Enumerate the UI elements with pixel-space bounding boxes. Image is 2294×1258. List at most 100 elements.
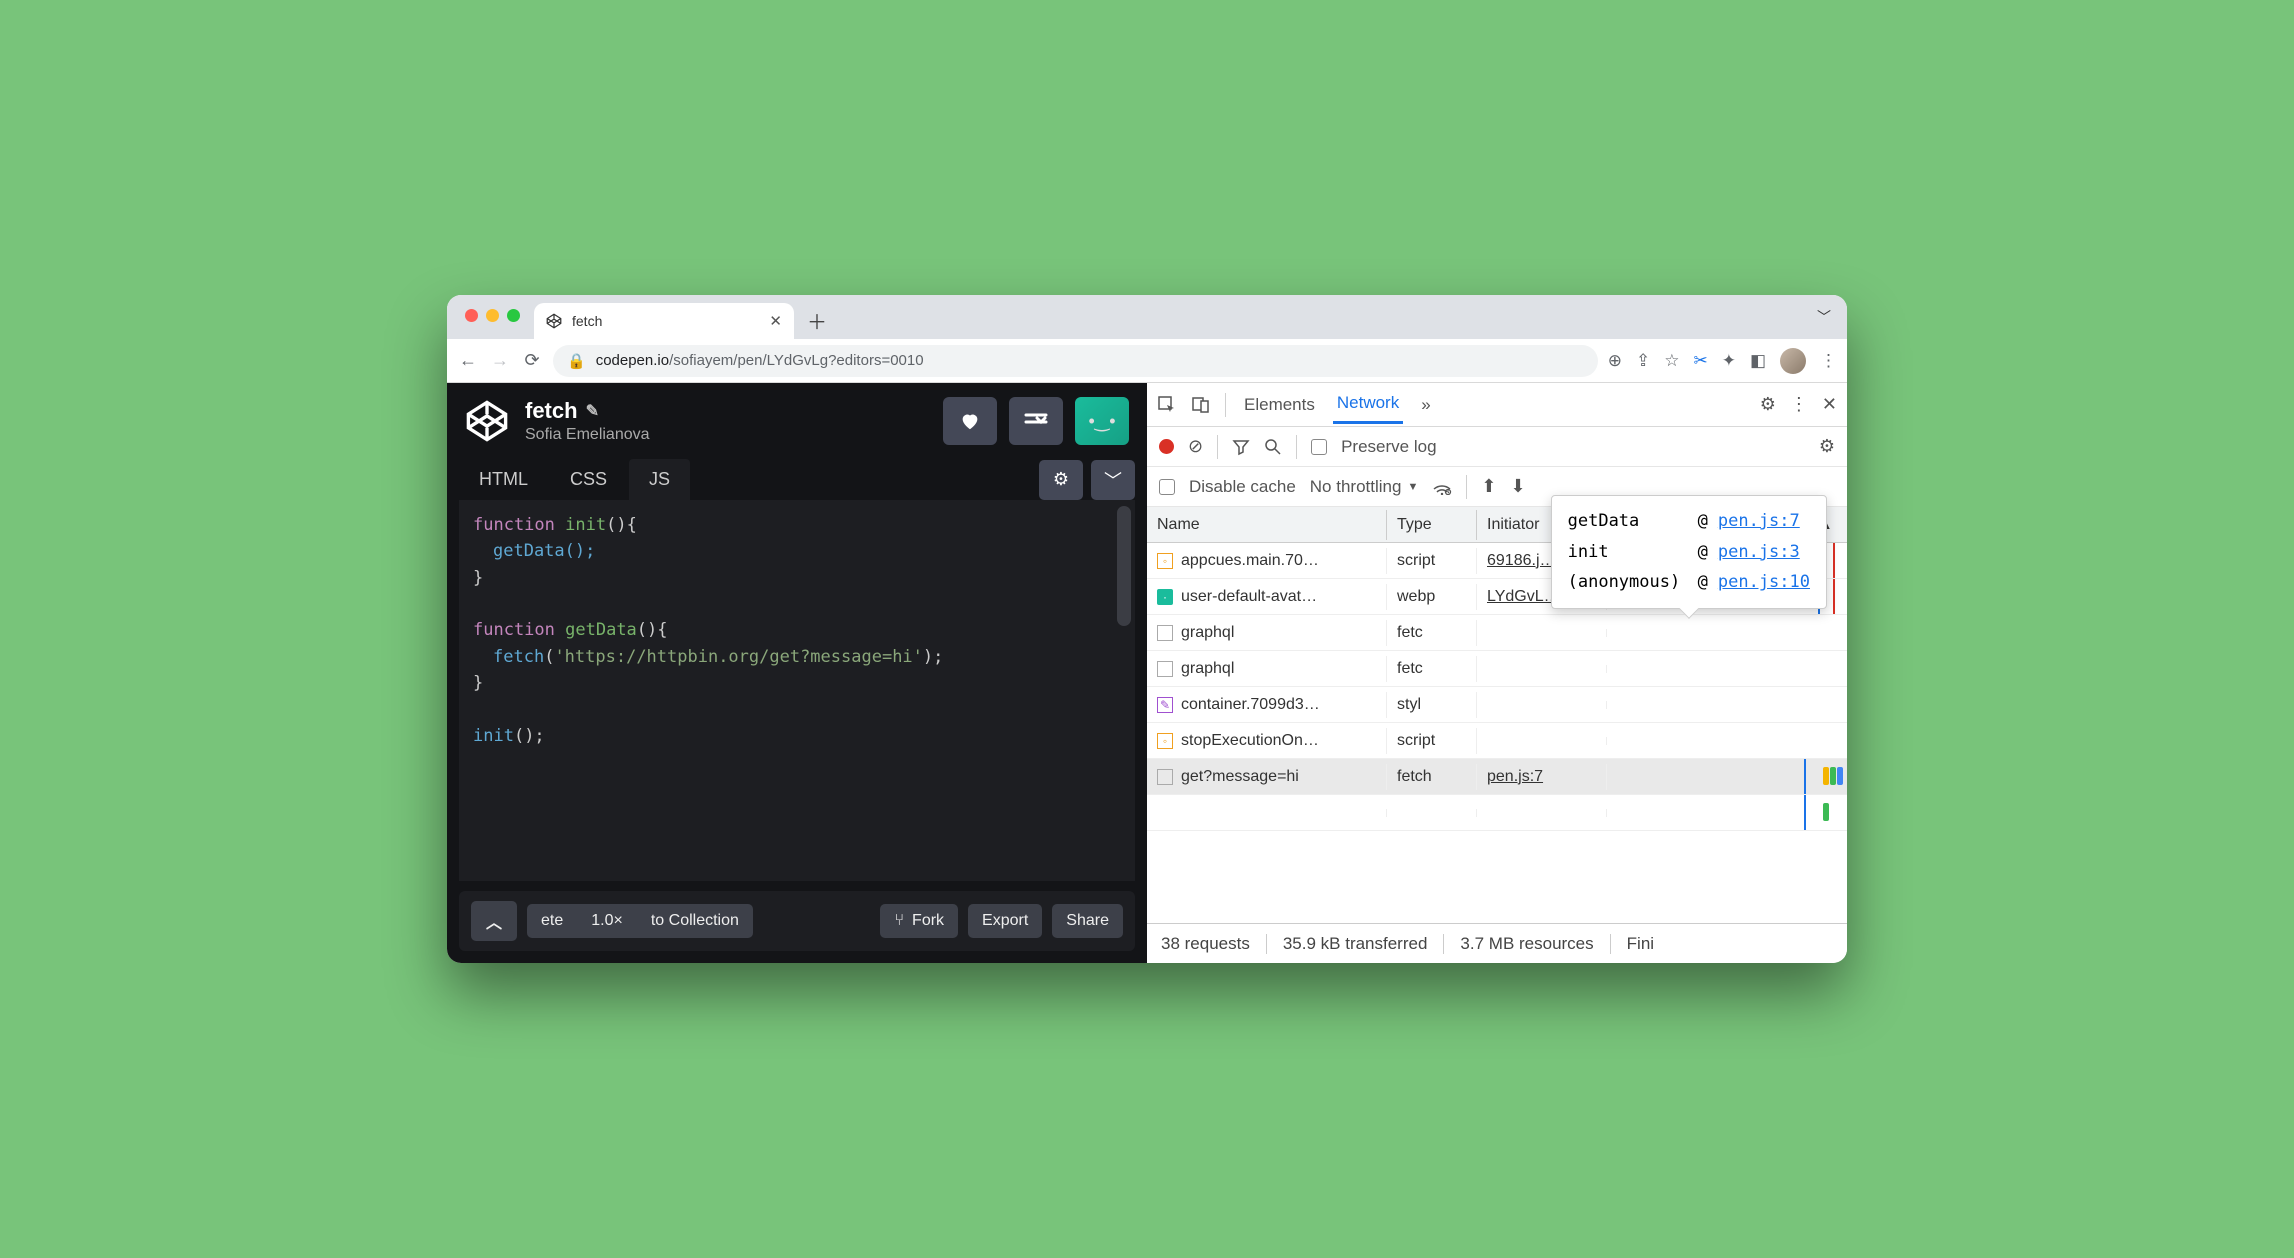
browser-tab[interactable]: fetch ✕ — [534, 303, 794, 339]
layout-button[interactable] — [1009, 397, 1063, 445]
pen-author: Sofia Emelianova — [525, 426, 650, 444]
table-row[interactable]: ✎container.7099d3… styl — [1147, 687, 1847, 723]
chevron-down-icon: ﹀ — [1104, 467, 1122, 493]
export-button[interactable]: Export — [968, 904, 1042, 938]
back-button[interactable]: ← — [457, 350, 479, 371]
zoom-level-button[interactable]: 1.0× — [577, 904, 637, 938]
tab-more[interactable]: » — [1417, 387, 1434, 423]
codepen-logo-icon — [465, 399, 509, 443]
profile-avatar[interactable] — [1780, 348, 1806, 374]
fork-icon: ⑂ — [894, 912, 904, 930]
share-icon[interactable]: ⇪ — [1636, 351, 1650, 371]
source-link[interactable]: pen.js:7 — [1718, 506, 1800, 537]
reload-button[interactable]: ⟳ — [521, 350, 543, 371]
sidepanel-icon[interactable]: ◧ — [1750, 351, 1766, 371]
clear-icon[interactable]: ⊘ — [1188, 436, 1203, 457]
edit-title-icon[interactable]: ✎ — [586, 401, 599, 421]
network-conditions-icon[interactable] — [1432, 479, 1452, 495]
network-settings-icon[interactable]: ⚙ — [1819, 436, 1835, 457]
tab-css[interactable]: CSS — [550, 459, 627, 500]
initiator-callstack-tooltip: getData@ pen.js:7 init@ pen.js:3 (anonym… — [1551, 495, 1827, 609]
code-editor[interactable]: function init(){ getData(); } function g… — [459, 500, 1135, 881]
chevron-down-icon: ▼ — [1407, 481, 1418, 493]
throttling-select[interactable]: No throttling▼ — [1310, 477, 1419, 497]
lock-icon: 🔒 — [567, 352, 586, 370]
inspect-icon[interactable] — [1157, 395, 1177, 415]
like-button[interactable] — [943, 397, 997, 445]
window-controls — [465, 309, 520, 322]
maximize-window-button[interactable] — [507, 309, 520, 322]
tabs-dropdown-icon[interactable]: ﹀ — [1817, 307, 1831, 327]
download-har-icon[interactable]: ⬇ — [1510, 476, 1525, 497]
filter-icon[interactable] — [1232, 438, 1250, 456]
image-file-icon: · — [1157, 589, 1173, 605]
tab-elements[interactable]: Elements — [1240, 387, 1319, 423]
initiator-link[interactable]: pen.js:7 — [1487, 768, 1543, 785]
js-file-icon: ◦ — [1157, 733, 1173, 749]
close-tab-icon[interactable]: ✕ — [769, 312, 782, 330]
gear-icon: ⚙ — [1053, 469, 1069, 490]
console-toggle-button[interactable]: ︿ — [471, 901, 517, 941]
scissors-icon[interactable]: ✂ — [1693, 351, 1707, 371]
zoom-frag-button[interactable]: ete — [527, 904, 577, 938]
tab-html[interactable]: HTML — [459, 459, 548, 500]
layout-icon — [1023, 410, 1049, 432]
table-row[interactable]: graphql fetc — [1147, 615, 1847, 651]
tab-js[interactable]: JS — [629, 459, 690, 500]
kebab-menu-icon[interactable]: ⋮ — [1820, 351, 1837, 371]
editor-collapse-button[interactable]: ﹀ — [1091, 460, 1135, 500]
css-file-icon: ✎ — [1157, 697, 1173, 713]
source-link[interactable]: pen.js:10 — [1718, 567, 1810, 598]
devtools-settings-icon[interactable]: ⚙ — [1760, 394, 1776, 415]
heart-icon — [959, 410, 981, 432]
preserve-log-checkbox[interactable] — [1311, 439, 1327, 455]
zoom-icon[interactable]: ⊕ — [1608, 351, 1622, 371]
doc-file-icon — [1157, 769, 1173, 785]
editor-tabs: HTML CSS JS ⚙ ﹀ — [447, 459, 1147, 500]
table-row[interactable]: graphql fetc — [1147, 651, 1847, 687]
preserve-log-label: Preserve log — [1341, 437, 1436, 457]
bookmark-icon[interactable]: ☆ — [1664, 351, 1679, 371]
initiator-link[interactable]: LYdGvL… — [1487, 588, 1560, 605]
devtools-kebab-icon[interactable]: ⋮ — [1790, 394, 1808, 415]
close-window-button[interactable] — [465, 309, 478, 322]
record-button[interactable] — [1159, 439, 1174, 454]
share-button[interactable]: Share — [1052, 904, 1123, 938]
tab-title: fetch — [572, 313, 602, 329]
extensions-icon[interactable]: ✦ — [1722, 351, 1736, 371]
status-requests: 38 requests — [1161, 934, 1267, 954]
network-status-bar: 38 requests 35.9 kB transferred 3.7 MB r… — [1147, 923, 1847, 963]
chevron-up-icon: ︿ — [486, 909, 502, 933]
address-bar[interactable]: 🔒 codepen.io/sofiayem/pen/LYdGvLg?editor… — [553, 345, 1598, 377]
col-name[interactable]: Name — [1147, 510, 1387, 540]
status-transferred: 35.9 kB transferred — [1267, 934, 1445, 954]
tab-network[interactable]: Network — [1333, 385, 1403, 424]
add-to-collection-button[interactable]: to Collection — [637, 904, 753, 938]
codepen-footer: ︿ ete 1.0× to Collection ⑂Fork Export Sh… — [459, 891, 1135, 951]
browser-window: fetch ✕ ＋ ﹀ ← → ⟳ 🔒 codepen.io/sofiayem/… — [447, 295, 1847, 963]
device-icon[interactable] — [1191, 395, 1211, 415]
source-link[interactable]: pen.js:3 — [1718, 537, 1800, 568]
editor-settings-button[interactable]: ⚙ — [1039, 460, 1083, 500]
forward-button[interactable]: → — [489, 350, 511, 371]
col-type[interactable]: Type — [1387, 510, 1477, 540]
table-row — [1147, 795, 1847, 831]
devtools-panel: Elements Network » ⚙ ⋮ ✕ ⊘ — [1147, 383, 1847, 963]
toolbar: ← → ⟳ 🔒 codepen.io/sofiayem/pen/LYdGvLg?… — [447, 339, 1847, 383]
table-row[interactable]: ◦stopExecutionOn… script — [1147, 723, 1847, 759]
doc-file-icon — [1157, 625, 1173, 641]
initiator-link[interactable]: 69186.j… — [1487, 552, 1556, 569]
minimize-window-button[interactable] — [486, 309, 499, 322]
devtools-close-icon[interactable]: ✕ — [1822, 394, 1837, 415]
disable-cache-label: Disable cache — [1189, 477, 1296, 497]
disable-cache-checkbox[interactable] — [1159, 479, 1175, 495]
search-icon[interactable] — [1264, 438, 1282, 456]
table-row[interactable]: get?message=hi fetch pen.js:7 — [1147, 759, 1847, 795]
doc-file-icon — [1157, 661, 1173, 677]
js-file-icon: ◦ — [1157, 553, 1173, 569]
upload-har-icon[interactable]: ⬆ — [1481, 476, 1496, 497]
fork-button[interactable]: ⑂Fork — [880, 904, 958, 938]
user-avatar[interactable]: •‿• — [1075, 397, 1129, 445]
new-tab-button[interactable]: ＋ — [802, 305, 832, 335]
scrollbar-thumb[interactable] — [1117, 506, 1131, 626]
